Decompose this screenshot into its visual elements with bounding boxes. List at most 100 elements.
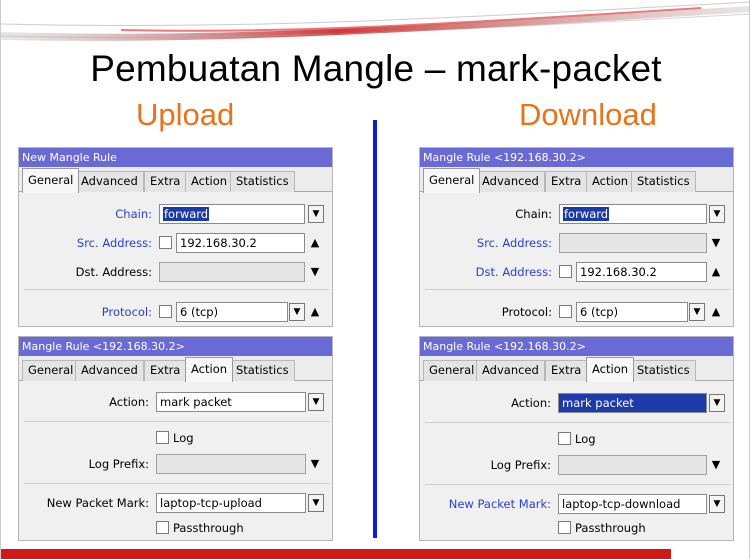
- log-prefix-label: Log Prefix:: [88, 457, 149, 471]
- header-swoosh-decoration: [1, 1, 750, 41]
- tab-statistics[interactable]: Statistics: [230, 171, 295, 192]
- upload-heading: Upload: [136, 97, 235, 132]
- chain-dropdown-icon[interactable]: ▼: [709, 205, 725, 223]
- tab-advanced[interactable]: Advanced: [476, 171, 545, 192]
- protocol-select[interactable]: 6 (tcp): [176, 302, 288, 322]
- separator: [24, 289, 329, 290]
- log-label: Log: [173, 431, 194, 445]
- separator: [425, 422, 730, 423]
- mark-dropdown-icon[interactable]: ▼: [308, 494, 324, 512]
- chain-label: Chain:: [115, 207, 152, 221]
- new-packet-mark-label: New Packet Mark:: [46, 496, 149, 510]
- tab-extra[interactable]: Extra: [545, 360, 588, 381]
- tab-statistics[interactable]: Statistics: [230, 360, 295, 381]
- action-label: Action:: [511, 396, 551, 410]
- expand-down-icon[interactable]: ▼: [709, 233, 723, 253]
- chain-dropdown-icon[interactable]: ▼: [308, 205, 324, 223]
- tab-statistics[interactable]: Statistics: [631, 171, 696, 192]
- passthrough-label: Passthrough: [173, 521, 244, 535]
- tab-extra[interactable]: Extra: [144, 171, 187, 192]
- chain-value: forward: [163, 207, 210, 221]
- tab-action[interactable]: Action: [185, 171, 234, 192]
- log-prefix-label: Log Prefix:: [490, 458, 551, 472]
- tab-action[interactable]: Action: [586, 171, 635, 192]
- expand-down-icon[interactable]: ▼: [308, 454, 322, 474]
- collapse-up-icon[interactable]: ▲: [308, 302, 322, 322]
- action-select[interactable]: mark packet: [558, 393, 707, 413]
- tab-general[interactable]: General: [423, 168, 481, 193]
- tab-action[interactable]: Action: [586, 357, 635, 382]
- slide-title: Pembuatan Mangle – mark-packet: [90, 48, 662, 89]
- tab-bar: General Advanced Extra Action Statistics: [420, 167, 733, 193]
- tab-general[interactable]: General: [22, 360, 80, 381]
- tab-bar: General Advanced Extra Action Statistics: [420, 356, 733, 382]
- chain-select[interactable]: forward: [159, 204, 305, 224]
- log-label: Log: [575, 432, 596, 446]
- src-address-negate-checkbox[interactable]: [159, 236, 172, 249]
- protocol-select[interactable]: 6 (tcp): [576, 302, 688, 322]
- new-packet-mark-input[interactable]: laptop-tcp-download: [558, 494, 707, 514]
- tab-bar: General Advanced Extra Action Statistics: [19, 356, 332, 382]
- collapse-up-icon[interactable]: ▲: [709, 262, 723, 282]
- action-dropdown-icon[interactable]: ▼: [709, 394, 725, 412]
- upload-action-window: Mangle Rule <192.168.30.2> General Advan…: [18, 336, 333, 541]
- protocol-negate-checkbox[interactable]: [559, 305, 572, 318]
- tab-extra[interactable]: Extra: [144, 360, 187, 381]
- download-action-window: Mangle Rule <192.168.30.2> General Advan…: [419, 336, 734, 541]
- window-titlebar: Mangle Rule <192.168.30.2>: [19, 337, 332, 356]
- separator: [24, 421, 329, 422]
- passthrough-label: Passthrough: [575, 521, 646, 535]
- chain-value: forward: [563, 207, 610, 221]
- chain-label: Chain:: [515, 207, 552, 221]
- dst-address-label: Dst. Address:: [475, 265, 552, 279]
- src-address-label: Src. Address:: [76, 236, 152, 250]
- collapse-up-icon[interactable]: ▲: [709, 302, 723, 322]
- column-divider: [373, 120, 377, 538]
- tab-action[interactable]: Action: [185, 357, 234, 382]
- protocol-negate-checkbox[interactable]: [159, 305, 172, 318]
- separator: [24, 483, 329, 484]
- dst-address-label: Dst. Address:: [75, 265, 152, 279]
- dst-address-input[interactable]: 192.168.30.2: [576, 262, 707, 282]
- collapse-up-icon[interactable]: ▲: [308, 233, 322, 253]
- tab-advanced[interactable]: Advanced: [476, 360, 545, 381]
- action-select[interactable]: mark packet: [156, 392, 306, 412]
- expand-down-icon[interactable]: ▼: [308, 262, 322, 282]
- new-packet-mark-input[interactable]: laptop-tcp-upload: [156, 493, 306, 513]
- separator: [425, 484, 730, 485]
- protocol-dropdown-icon[interactable]: ▼: [689, 303, 705, 321]
- dst-address-negate-checkbox[interactable]: [559, 265, 572, 278]
- passthrough-checkbox[interactable]: [156, 521, 169, 534]
- tab-extra[interactable]: Extra: [545, 171, 588, 192]
- upload-general-window: New Mangle Rule General Advanced Extra A…: [18, 147, 333, 327]
- action-dropdown-icon[interactable]: ▼: [308, 393, 324, 411]
- tab-statistics[interactable]: Statistics: [631, 360, 696, 381]
- chain-select[interactable]: forward: [559, 204, 707, 224]
- log-prefix-input[interactable]: [558, 455, 707, 475]
- window-titlebar: New Mangle Rule: [19, 148, 332, 167]
- download-heading: Download: [519, 97, 657, 132]
- tab-bar: General Advanced Extra Action Statistics: [19, 167, 332, 193]
- dst-address-input[interactable]: [159, 262, 305, 282]
- src-address-input[interactable]: [559, 233, 707, 253]
- action-label: Action:: [109, 395, 149, 409]
- separator: [425, 289, 730, 290]
- log-checkbox[interactable]: [558, 432, 571, 445]
- tab-general[interactable]: General: [22, 168, 80, 193]
- tab-advanced[interactable]: Advanced: [75, 171, 144, 192]
- expand-down-icon[interactable]: ▼: [709, 455, 723, 475]
- footer-bar: [1, 549, 671, 559]
- protocol-label: Protocol:: [101, 305, 152, 319]
- slide: Pembuatan Mangle – mark-packet Upload Do…: [0, 0, 750, 559]
- log-checkbox[interactable]: [156, 431, 169, 444]
- protocol-dropdown-icon[interactable]: ▼: [289, 303, 305, 321]
- src-address-label: Src. Address:: [476, 236, 552, 250]
- log-prefix-input[interactable]: [156, 454, 306, 474]
- window-titlebar: Mangle Rule <192.168.30.2>: [420, 148, 733, 167]
- mark-dropdown-icon[interactable]: ▼: [709, 495, 725, 513]
- new-packet-mark-label: New Packet Mark:: [448, 497, 551, 511]
- passthrough-checkbox[interactable]: [558, 521, 571, 534]
- tab-general[interactable]: General: [423, 360, 481, 381]
- tab-advanced[interactable]: Advanced: [75, 360, 144, 381]
- src-address-input[interactable]: 192.168.30.2: [176, 233, 305, 253]
